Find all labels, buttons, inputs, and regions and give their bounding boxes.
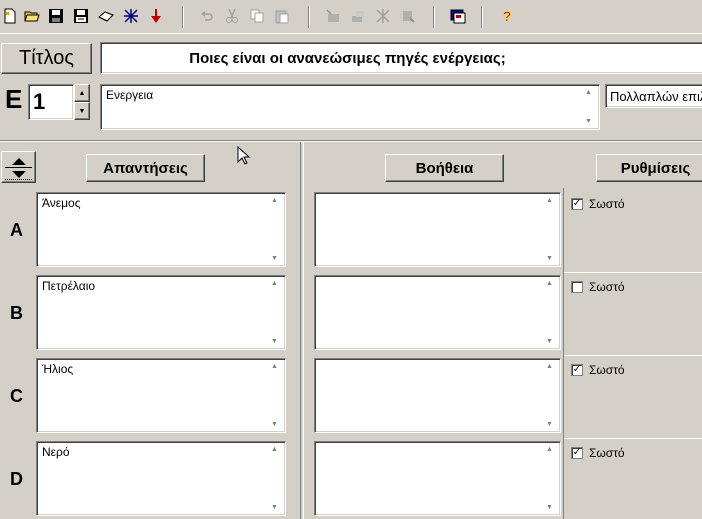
correct-label: Σωστό: [589, 197, 625, 211]
save-as-icon[interactable]: [71, 6, 91, 26]
cut-icon[interactable]: [222, 6, 242, 26]
scrollbar[interactable]: ▲ ▼: [267, 361, 283, 430]
correct-checkbox[interactable]: [571, 281, 583, 293]
row-divider: [563, 438, 702, 439]
help-textarea[interactable]: ▲ ▼: [314, 192, 561, 267]
question-number-input[interactable]: 1: [28, 84, 74, 120]
tool-grid-icon[interactable]: [121, 6, 141, 26]
row-divider: [563, 355, 702, 356]
save-icon[interactable]: [46, 6, 66, 26]
tool-d-icon[interactable]: [398, 6, 418, 26]
preview-icon[interactable]: [448, 6, 468, 26]
tool-c-icon[interactable]: [373, 6, 393, 26]
answer-letter: C: [10, 386, 23, 406]
spin-up-button[interactable]: ▲: [74, 84, 90, 102]
question-title-text: Ποιες είναι οι ανανεώσιμες πηγές ενέργει…: [189, 49, 506, 67]
down-arrow-icon: [12, 171, 26, 178]
toolbar-separator: [182, 6, 184, 28]
subject-text: Ενεργεια: [106, 88, 154, 102]
correct-checkbox[interactable]: ✓: [571, 198, 583, 210]
move-up-down-button[interactable]: [1, 151, 36, 183]
scrollbar[interactable]: ▲ ▼: [542, 195, 558, 264]
help-textarea[interactable]: ▲ ▼: [314, 441, 561, 516]
answer-letter: A: [10, 220, 23, 240]
row-divider: [563, 272, 702, 273]
open-icon[interactable]: [22, 6, 42, 26]
erase-icon[interactable]: [96, 6, 116, 26]
vertical-splitter[interactable]: [300, 142, 304, 519]
answer-text: Ήλιος: [42, 362, 74, 376]
answer-letter: B: [10, 303, 23, 323]
paste-icon[interactable]: [272, 6, 292, 26]
correct-label: Σωστό: [589, 446, 625, 460]
insert-arrow-icon[interactable]: [146, 6, 166, 26]
question-type-text: Πολλαπλών επιλ: [610, 89, 702, 104]
help-header-button[interactable]: Βοήθεια: [385, 154, 504, 182]
answer-textarea[interactable]: Άνεμος ▲ ▼: [36, 192, 286, 267]
scrollbar[interactable]: ▲ ▼: [542, 444, 558, 513]
up-arrow-icon: [12, 158, 26, 165]
scrollbar[interactable]: ▲ ▼: [267, 195, 283, 264]
toolbar-separator: [481, 6, 483, 28]
help-textarea[interactable]: ▲ ▼: [314, 358, 561, 433]
scrollbar[interactable]: ▲ ▼: [267, 444, 283, 513]
correct-label: Σωστό: [589, 363, 625, 377]
correct-checkbox[interactable]: ✓: [571, 447, 583, 459]
answer-textarea[interactable]: Νερό ▲ ▼: [36, 441, 286, 516]
answer-textarea[interactable]: Ήλιος ▲ ▼: [36, 358, 286, 433]
settings-column-border: [563, 188, 564, 519]
answer-text: Άνεμος: [42, 196, 81, 210]
answer-letter: D: [10, 469, 23, 489]
toolbar: ?: [0, 0, 702, 34]
tool-a-icon[interactable]: [323, 6, 343, 26]
title-button[interactable]: Τίτλος: [1, 43, 92, 74]
answer-textarea[interactable]: Πετρέλαιο ▲ ▼: [36, 275, 286, 350]
help-textarea[interactable]: ▲ ▼: [314, 275, 561, 350]
question-type-field[interactable]: Πολλαπλών επιλ: [605, 84, 702, 108]
answers-header-button[interactable]: Απαντήσεις: [86, 154, 205, 182]
answer-text: Πετρέλαιο: [42, 279, 96, 293]
settings-header-button[interactable]: Ρυθμίσεις: [596, 154, 702, 182]
help-icon[interactable]: ?: [497, 6, 517, 26]
spin-down-button[interactable]: ▼: [74, 102, 90, 120]
question-prefix-label: E: [5, 84, 23, 114]
tool-b-icon[interactable]: [348, 6, 368, 26]
scrollbar[interactable]: ▲ ▼: [581, 87, 597, 127]
undo-icon[interactable]: [197, 6, 217, 26]
question-number-spinner[interactable]: ▲ ▼: [74, 84, 90, 120]
toolbar-separator: [433, 6, 435, 28]
scrollbar[interactable]: ▲ ▼: [267, 278, 283, 347]
copy-icon[interactable]: [247, 6, 267, 26]
answer-text: Νερό: [42, 445, 70, 459]
correct-checkbox[interactable]: ✓: [571, 364, 583, 376]
new-icon[interactable]: [0, 6, 20, 26]
subject-textarea[interactable]: Ενεργεια ▲ ▼: [100, 84, 600, 130]
horizontal-divider: [0, 140, 702, 142]
scrollbar[interactable]: ▲ ▼: [542, 278, 558, 347]
question-title-field[interactable]: Ποιες είναι οι ανανεώσιμες πηγές ενέργει…: [100, 42, 702, 74]
mouse-cursor-icon: [237, 146, 251, 165]
scrollbar[interactable]: ▲ ▼: [542, 361, 558, 430]
toolbar-separator: [308, 6, 310, 28]
correct-label: Σωστό: [589, 280, 625, 294]
svg-text:?: ?: [503, 8, 512, 24]
